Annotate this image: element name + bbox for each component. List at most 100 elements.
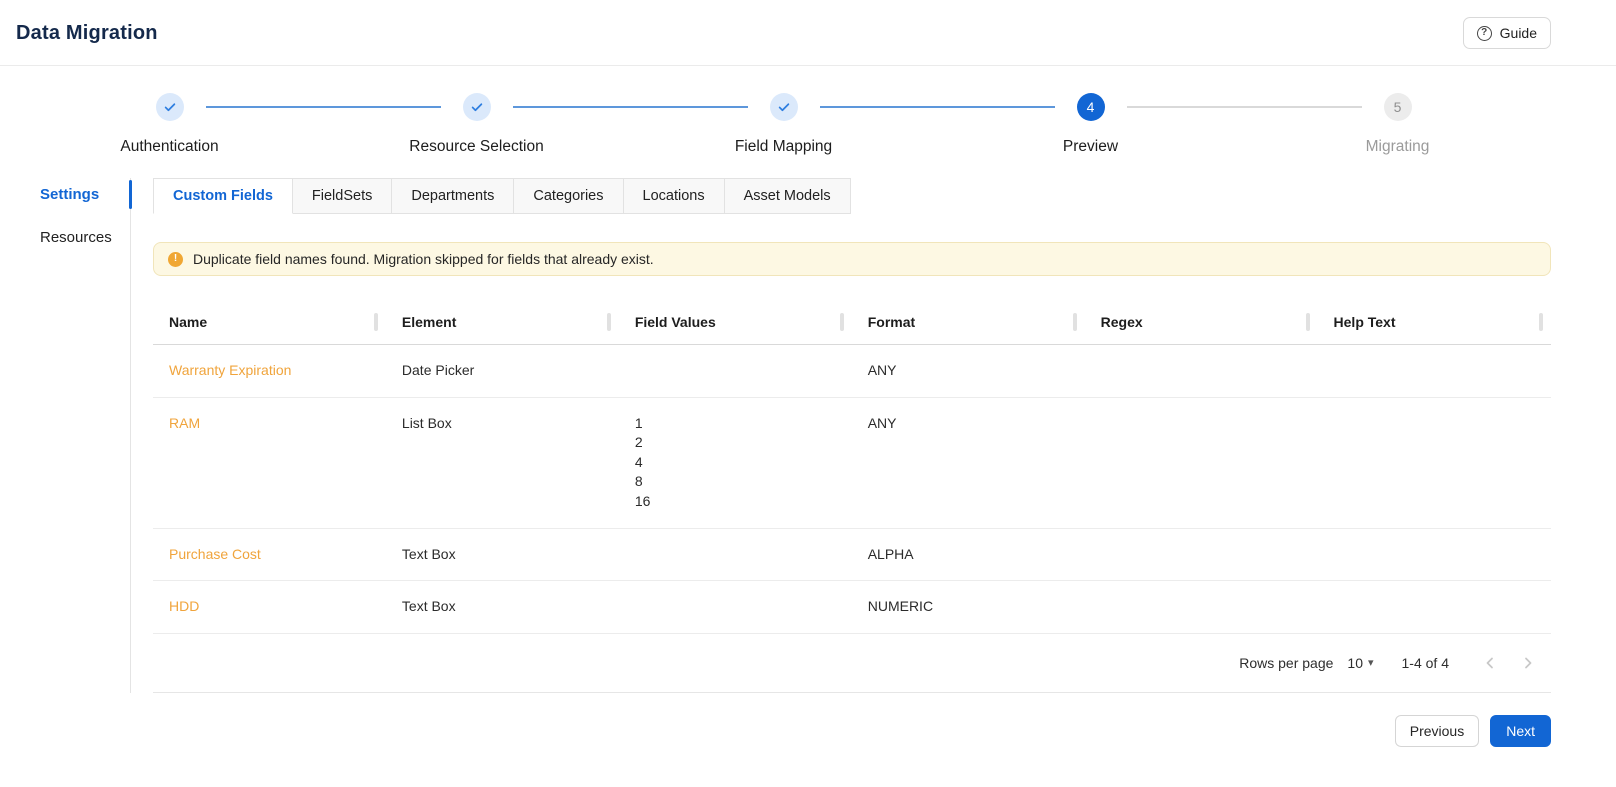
column-header-field-values: Field Values — [618, 300, 852, 345]
data-migration-page: Data Migration ? Guide Authentication Re… — [0, 0, 1616, 787]
step-circle-complete[interactable] — [769, 93, 798, 121]
step-circle-pending: 5 — [1383, 93, 1412, 121]
help-text-cell — [1317, 528, 1551, 582]
field-value: 1 — [634, 414, 643, 431]
format-cell: ANY — [851, 344, 1085, 398]
tab-locations[interactable]: Locations — [622, 178, 725, 214]
previous-button[interactable]: Previous — [1394, 714, 1480, 747]
pagination: Rows per page 10 ▾ 1-4 of 4 — [153, 634, 1551, 692]
help-text-cell — [1317, 344, 1551, 398]
element-cell: Text Box — [385, 580, 619, 634]
step-preview[interactable]: 4 Preview — [819, 93, 1244, 156]
tab-custom-fields[interactable]: Custom Fields — [153, 178, 293, 214]
sidebar: Settings Resources — [16, 178, 132, 693]
column-header-regex: Regex — [1084, 300, 1318, 345]
tab-asset-models[interactable]: Asset Models — [723, 178, 851, 214]
element-cell: List Box — [385, 397, 619, 529]
rows-per-page-value: 10 — [1347, 654, 1363, 671]
alert-message: Duplicate field names found. Migration s… — [193, 251, 654, 267]
tab-bar: Custom Fields FieldSets Departments Cate… — [153, 178, 1551, 214]
page-title: Data Migration — [16, 21, 158, 44]
wizard-actions: Previous Next — [0, 693, 1616, 787]
field-name-link[interactable]: RAM — [169, 415, 200, 431]
tab-departments[interactable]: Departments — [391, 178, 515, 214]
content-layout: Settings Resources Custom Fields FieldSe… — [0, 156, 1616, 693]
step-label: Resource Selection — [409, 138, 544, 155]
warning-icon: ! — [168, 251, 183, 267]
regex-cell — [1084, 580, 1318, 634]
guide-button[interactable]: ? Guide — [1462, 17, 1551, 49]
format-cell: NUMERIC — [851, 580, 1085, 634]
previous-page-button[interactable] — [1475, 648, 1505, 678]
field-values-cell — [618, 344, 852, 398]
field-value: 4 — [634, 453, 643, 470]
step-label: Migrating — [1365, 138, 1430, 155]
caret-down-icon: ▾ — [1367, 657, 1374, 670]
field-value: 8 — [634, 473, 643, 490]
table-header-row: Name Element Field Values Format Regex H… — [153, 300, 1551, 345]
element-cell: Date Picker — [385, 344, 619, 398]
check-icon — [164, 103, 175, 112]
field-name-link[interactable]: Warranty Expiration — [169, 362, 291, 378]
step-authentication[interactable]: Authentication — [16, 93, 323, 156]
table-row: HDD Text Box NUMERIC — [153, 580, 1551, 634]
next-page-button[interactable] — [1513, 648, 1543, 678]
table-row: Purchase Cost Text Box ALPHA — [153, 528, 1551, 582]
step-circle-complete[interactable] — [462, 93, 491, 121]
table-row: Warranty Expiration Date Picker ANY — [153, 344, 1551, 398]
column-resize-handle[interactable] — [1539, 313, 1543, 331]
help-text-cell — [1317, 580, 1551, 634]
table-row: RAM List Box 1 2 4 8 16 ANY — [153, 397, 1551, 529]
field-value: 16 — [634, 492, 651, 509]
step-label: Preview — [1062, 138, 1119, 155]
field-values-cell — [618, 528, 852, 582]
sidebar-item-resources[interactable]: Resources — [16, 221, 130, 254]
step-resource-selection[interactable]: Resource Selection — [205, 93, 630, 156]
duplicate-fields-alert: ! Duplicate field names found. Migration… — [153, 242, 1551, 276]
column-resize-handle[interactable] — [839, 313, 844, 331]
step-label: Field Mapping — [734, 138, 833, 155]
column-header-format: Format — [851, 300, 1085, 345]
column-resize-handle[interactable] — [1305, 313, 1310, 331]
step-migrating: 5 Migrating — [1126, 93, 1551, 156]
help-text-cell — [1317, 397, 1551, 529]
format-cell: ANY — [851, 397, 1085, 529]
field-values-cell: 1 2 4 8 16 — [618, 397, 852, 529]
column-resize-handle[interactable] — [1072, 313, 1077, 331]
rows-per-page-select[interactable]: 10 ▾ — [1347, 655, 1373, 671]
question-circle-icon: ? — [1476, 25, 1492, 41]
regex-cell — [1084, 528, 1318, 582]
app-header: Data Migration ? Guide — [0, 0, 1616, 66]
step-circle-complete[interactable] — [155, 93, 184, 121]
custom-fields-table: Name Element Field Values Format Regex H… — [153, 300, 1551, 693]
column-resize-handle[interactable] — [373, 313, 378, 331]
sidebar-item-settings[interactable]: Settings — [16, 178, 132, 211]
step-circle-active[interactable]: 4 — [1076, 93, 1105, 121]
check-icon — [778, 103, 789, 112]
step-label: Authentication — [120, 138, 219, 155]
element-cell: Text Box — [385, 528, 619, 582]
chevron-left-icon — [1486, 657, 1493, 669]
guide-button-label: Guide — [1499, 25, 1537, 41]
main-panel: Custom Fields FieldSets Departments Cate… — [131, 178, 1551, 693]
regex-cell — [1084, 344, 1318, 398]
step-field-mapping[interactable]: Field Mapping — [512, 93, 937, 156]
field-values-cell — [618, 580, 852, 634]
column-header-element: Element — [385, 300, 619, 345]
column-header-name: Name — [153, 300, 386, 345]
tab-categories[interactable]: Categories — [513, 178, 624, 214]
format-cell: ALPHA — [851, 528, 1085, 582]
regex-cell — [1084, 397, 1318, 529]
page-range-label: 1-4 of 4 — [1401, 654, 1449, 671]
column-header-help-text: Help Text — [1317, 300, 1551, 345]
check-icon — [471, 103, 482, 112]
column-resize-handle[interactable] — [606, 313, 611, 331]
field-value: 2 — [634, 434, 643, 451]
stepper: Authentication Resource Selection Field … — [0, 66, 1616, 156]
tab-fieldsets[interactable]: FieldSets — [291, 178, 393, 214]
rows-per-page-label: Rows per page — [1239, 654, 1334, 671]
chevron-right-icon — [1525, 657, 1532, 669]
field-name-link[interactable]: HDD — [169, 598, 199, 614]
next-button[interactable]: Next — [1490, 714, 1551, 747]
field-name-link[interactable]: Purchase Cost — [169, 546, 261, 562]
